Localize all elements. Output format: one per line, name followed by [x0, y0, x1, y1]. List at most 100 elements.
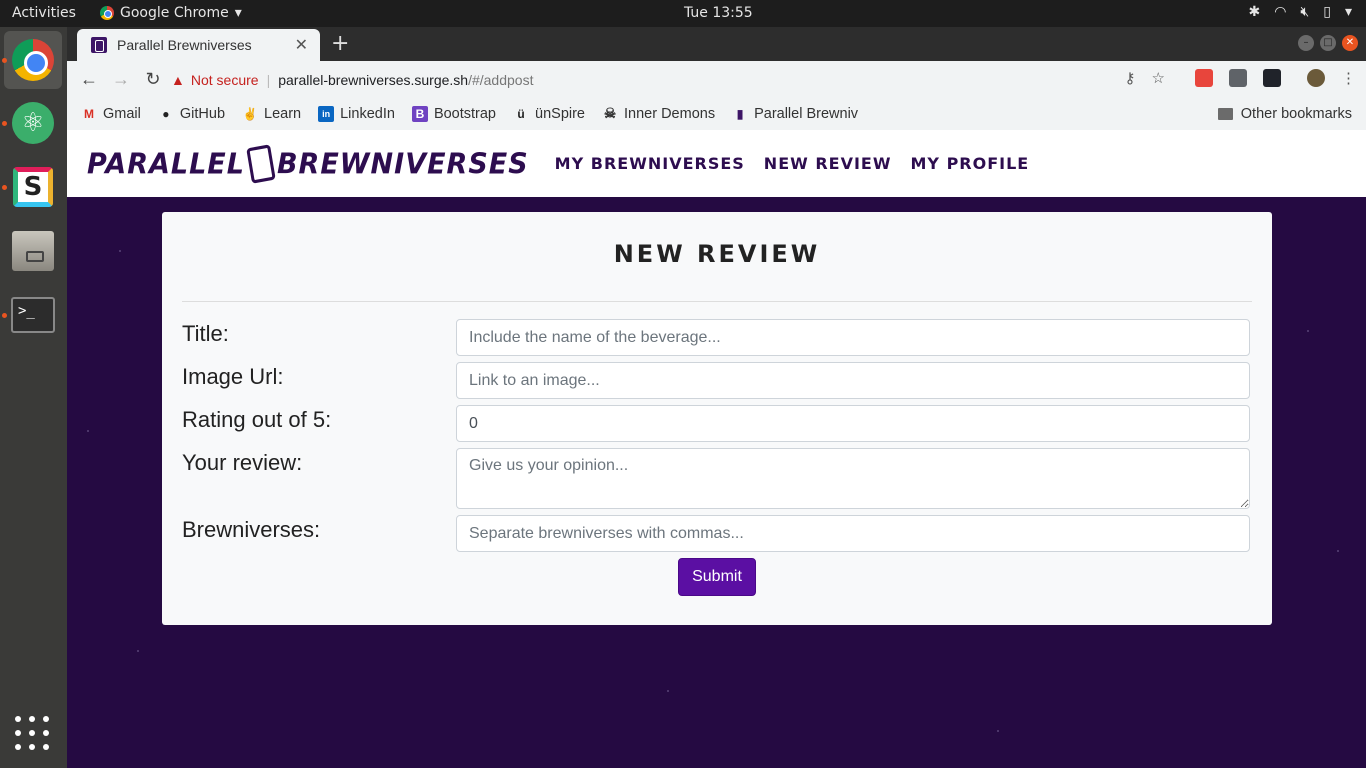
- other-bookmarks[interactable]: Other bookmarks: [1217, 106, 1352, 122]
- dock-files[interactable]: [10, 228, 56, 274]
- new-tab-button[interactable]: +: [331, 31, 349, 56]
- page-title: NEW REVIEW: [613, 240, 821, 268]
- system-tray[interactable]: ✱ ◠ 🔇︎ ▯ ▾: [1248, 4, 1352, 20]
- bookmark-label: Inner Demons: [624, 105, 716, 122]
- bookmark-linkedin[interactable]: in LinkedIn: [318, 105, 395, 122]
- show-apps-icon: [15, 716, 51, 752]
- battery-icon[interactable]: ▯: [1323, 4, 1331, 20]
- logo-text-left: PARALLEL: [87, 147, 245, 180]
- form-row-title: Title:: [182, 319, 1252, 356]
- maximize-button[interactable]: □: [1320, 35, 1336, 51]
- star-decoration: [997, 730, 999, 732]
- bookmark-learn[interactable]: ✌ Learn: [242, 106, 302, 122]
- volume-icon[interactable]: 🔇︎: [1300, 4, 1309, 20]
- bookmark-inner-demons[interactable]: ☠ Inner Demons: [602, 105, 716, 122]
- star-decoration: [1337, 550, 1339, 552]
- running-indicator: [2, 185, 7, 190]
- rating-label: Rating out of 5:: [182, 407, 332, 432]
- divider: |: [266, 72, 271, 88]
- wifi-icon[interactable]: ◠: [1274, 4, 1286, 20]
- forward-button[interactable]: →: [105, 69, 137, 90]
- running-indicator: [2, 121, 7, 126]
- activities-button[interactable]: Activities: [12, 5, 76, 21]
- react-devtools-icon[interactable]: [1263, 69, 1281, 87]
- review-textarea[interactable]: [456, 448, 1250, 509]
- bookmark-bootstrap[interactable]: B Bootstrap: [411, 105, 497, 122]
- rating-input[interactable]: [456, 405, 1250, 442]
- bookmark-label: LinkedIn: [340, 105, 395, 122]
- learn-icon: ✌: [242, 106, 258, 121]
- accessibility-icon[interactable]: ✱: [1248, 4, 1260, 20]
- star-decoration: [137, 650, 139, 652]
- logo-text-right: BREWNIVERSES: [276, 147, 529, 180]
- dock-terminal[interactable]: >_: [10, 292, 56, 338]
- bookmark-label: Gmail: [103, 105, 141, 122]
- chrome-icon: [12, 39, 54, 81]
- folder-icon: [1217, 108, 1233, 120]
- tab-title: Parallel Brewniverses: [117, 37, 252, 53]
- extension-icon[interactable]: [1195, 69, 1213, 87]
- other-bookmarks-label: Other bookmarks: [1240, 106, 1352, 122]
- key-icon[interactable]: ⚷: [1125, 69, 1136, 87]
- site-nav-links: MY BREWNIVERSES NEW REVIEW MY PROFILE: [555, 154, 1030, 173]
- warning-icon[interactable]: ▲: [171, 72, 185, 88]
- avatar[interactable]: [1307, 69, 1325, 87]
- site-navbar: PARALLEL BREWNIVERSES MY BREWNIVERSES NE…: [67, 130, 1366, 197]
- app-menu[interactable]: Google Chrome ▾: [100, 5, 242, 21]
- web-page: PARALLEL BREWNIVERSES MY BREWNIVERSES NE…: [67, 130, 1366, 768]
- star-icon[interactable]: ☆: [1152, 69, 1165, 87]
- chevron-down-icon[interactable]: ▾: [1345, 4, 1352, 20]
- clock[interactable]: Tue 13:55: [684, 5, 753, 21]
- tab-strip: Parallel Brewniverses ✕ + – □ ✕: [67, 27, 1366, 61]
- security-label[interactable]: Not secure: [191, 72, 259, 88]
- brewniverses-input[interactable]: [456, 515, 1250, 552]
- image-url-input[interactable]: [456, 362, 1250, 399]
- url-host: parallel-brewniverses.surge.sh: [278, 72, 469, 88]
- dock-atom[interactable]: ⚛: [10, 100, 56, 146]
- nav-my-profile[interactable]: MY PROFILE: [911, 154, 1030, 173]
- reload-button[interactable]: ↻: [137, 69, 169, 90]
- dock-chrome[interactable]: [4, 31, 62, 89]
- minimize-button[interactable]: –: [1298, 35, 1314, 51]
- nav-my-brewniverses[interactable]: MY BREWNIVERSES: [555, 154, 745, 173]
- linkedin-icon: in: [318, 105, 335, 122]
- site-favicon-icon: [91, 37, 107, 53]
- close-icon[interactable]: ✕: [295, 35, 308, 55]
- title-input[interactable]: [456, 319, 1250, 356]
- browser-window: Parallel Brewniverses ✕ + – □ ✕ ← → ↻ ▲ …: [67, 27, 1366, 768]
- bookmark-parallel-brewniverses[interactable]: ▮ Parallel Brewniv: [732, 106, 858, 122]
- form-row-image: Image Url:: [182, 362, 1252, 399]
- bookmark-unspire[interactable]: ü ünSpire: [513, 106, 585, 122]
- bookmark-gmail[interactable]: M Gmail: [81, 106, 141, 122]
- address-bar[interactable]: ▲ Not secure | parallel-brewniverses.sur…: [171, 67, 1111, 93]
- back-button[interactable]: ←: [73, 69, 105, 90]
- nav-new-review[interactable]: NEW REVIEW: [764, 154, 892, 173]
- submit-button[interactable]: Submit: [678, 558, 756, 596]
- chrome-icon: [100, 6, 114, 20]
- system-top-bar: Activities Google Chrome ▾ Tue 13:55 ✱ ◠…: [0, 0, 1366, 27]
- form-row-review: Your review:: [182, 448, 1252, 509]
- review-label: Your review:: [182, 450, 303, 475]
- bookmark-label: Bootstrap: [433, 105, 497, 122]
- bookmark-github[interactable]: ● GitHub: [158, 106, 225, 122]
- running-indicator: [2, 58, 7, 63]
- app-menu-label: Google Chrome: [120, 5, 229, 21]
- show-applications-button[interactable]: [10, 711, 56, 757]
- submit-wrapper: Submit: [182, 558, 1252, 596]
- skull-icon: ☠: [603, 105, 617, 121]
- github-icon: ●: [162, 106, 170, 121]
- url-path: /#/addpost: [468, 72, 534, 88]
- browser-toolbar: ← → ↻ ▲ Not secure | parallel-brewnivers…: [67, 61, 1366, 97]
- new-review-card: NEW REVIEW Title: Image Url: Rating out …: [162, 212, 1272, 625]
- site-logo[interactable]: PARALLEL BREWNIVERSES: [87, 143, 529, 184]
- bookmarks-bar: M Gmail ● GitHub ✌ Learn in LinkedIn B Bootst…: [67, 97, 1366, 131]
- dock-slack[interactable]: S: [10, 164, 56, 210]
- window-controls: – □ ✕: [1298, 35, 1358, 51]
- font-extension-icon[interactable]: [1229, 69, 1247, 87]
- star-decoration: [667, 690, 669, 692]
- star-decoration: [87, 430, 89, 432]
- chevron-down-icon: ▾: [234, 5, 242, 21]
- close-window-button[interactable]: ✕: [1342, 35, 1358, 51]
- menu-icon[interactable]: ⋮: [1341, 69, 1356, 87]
- tab-parallel-brewniverses[interactable]: Parallel Brewniverses ✕: [77, 29, 320, 61]
